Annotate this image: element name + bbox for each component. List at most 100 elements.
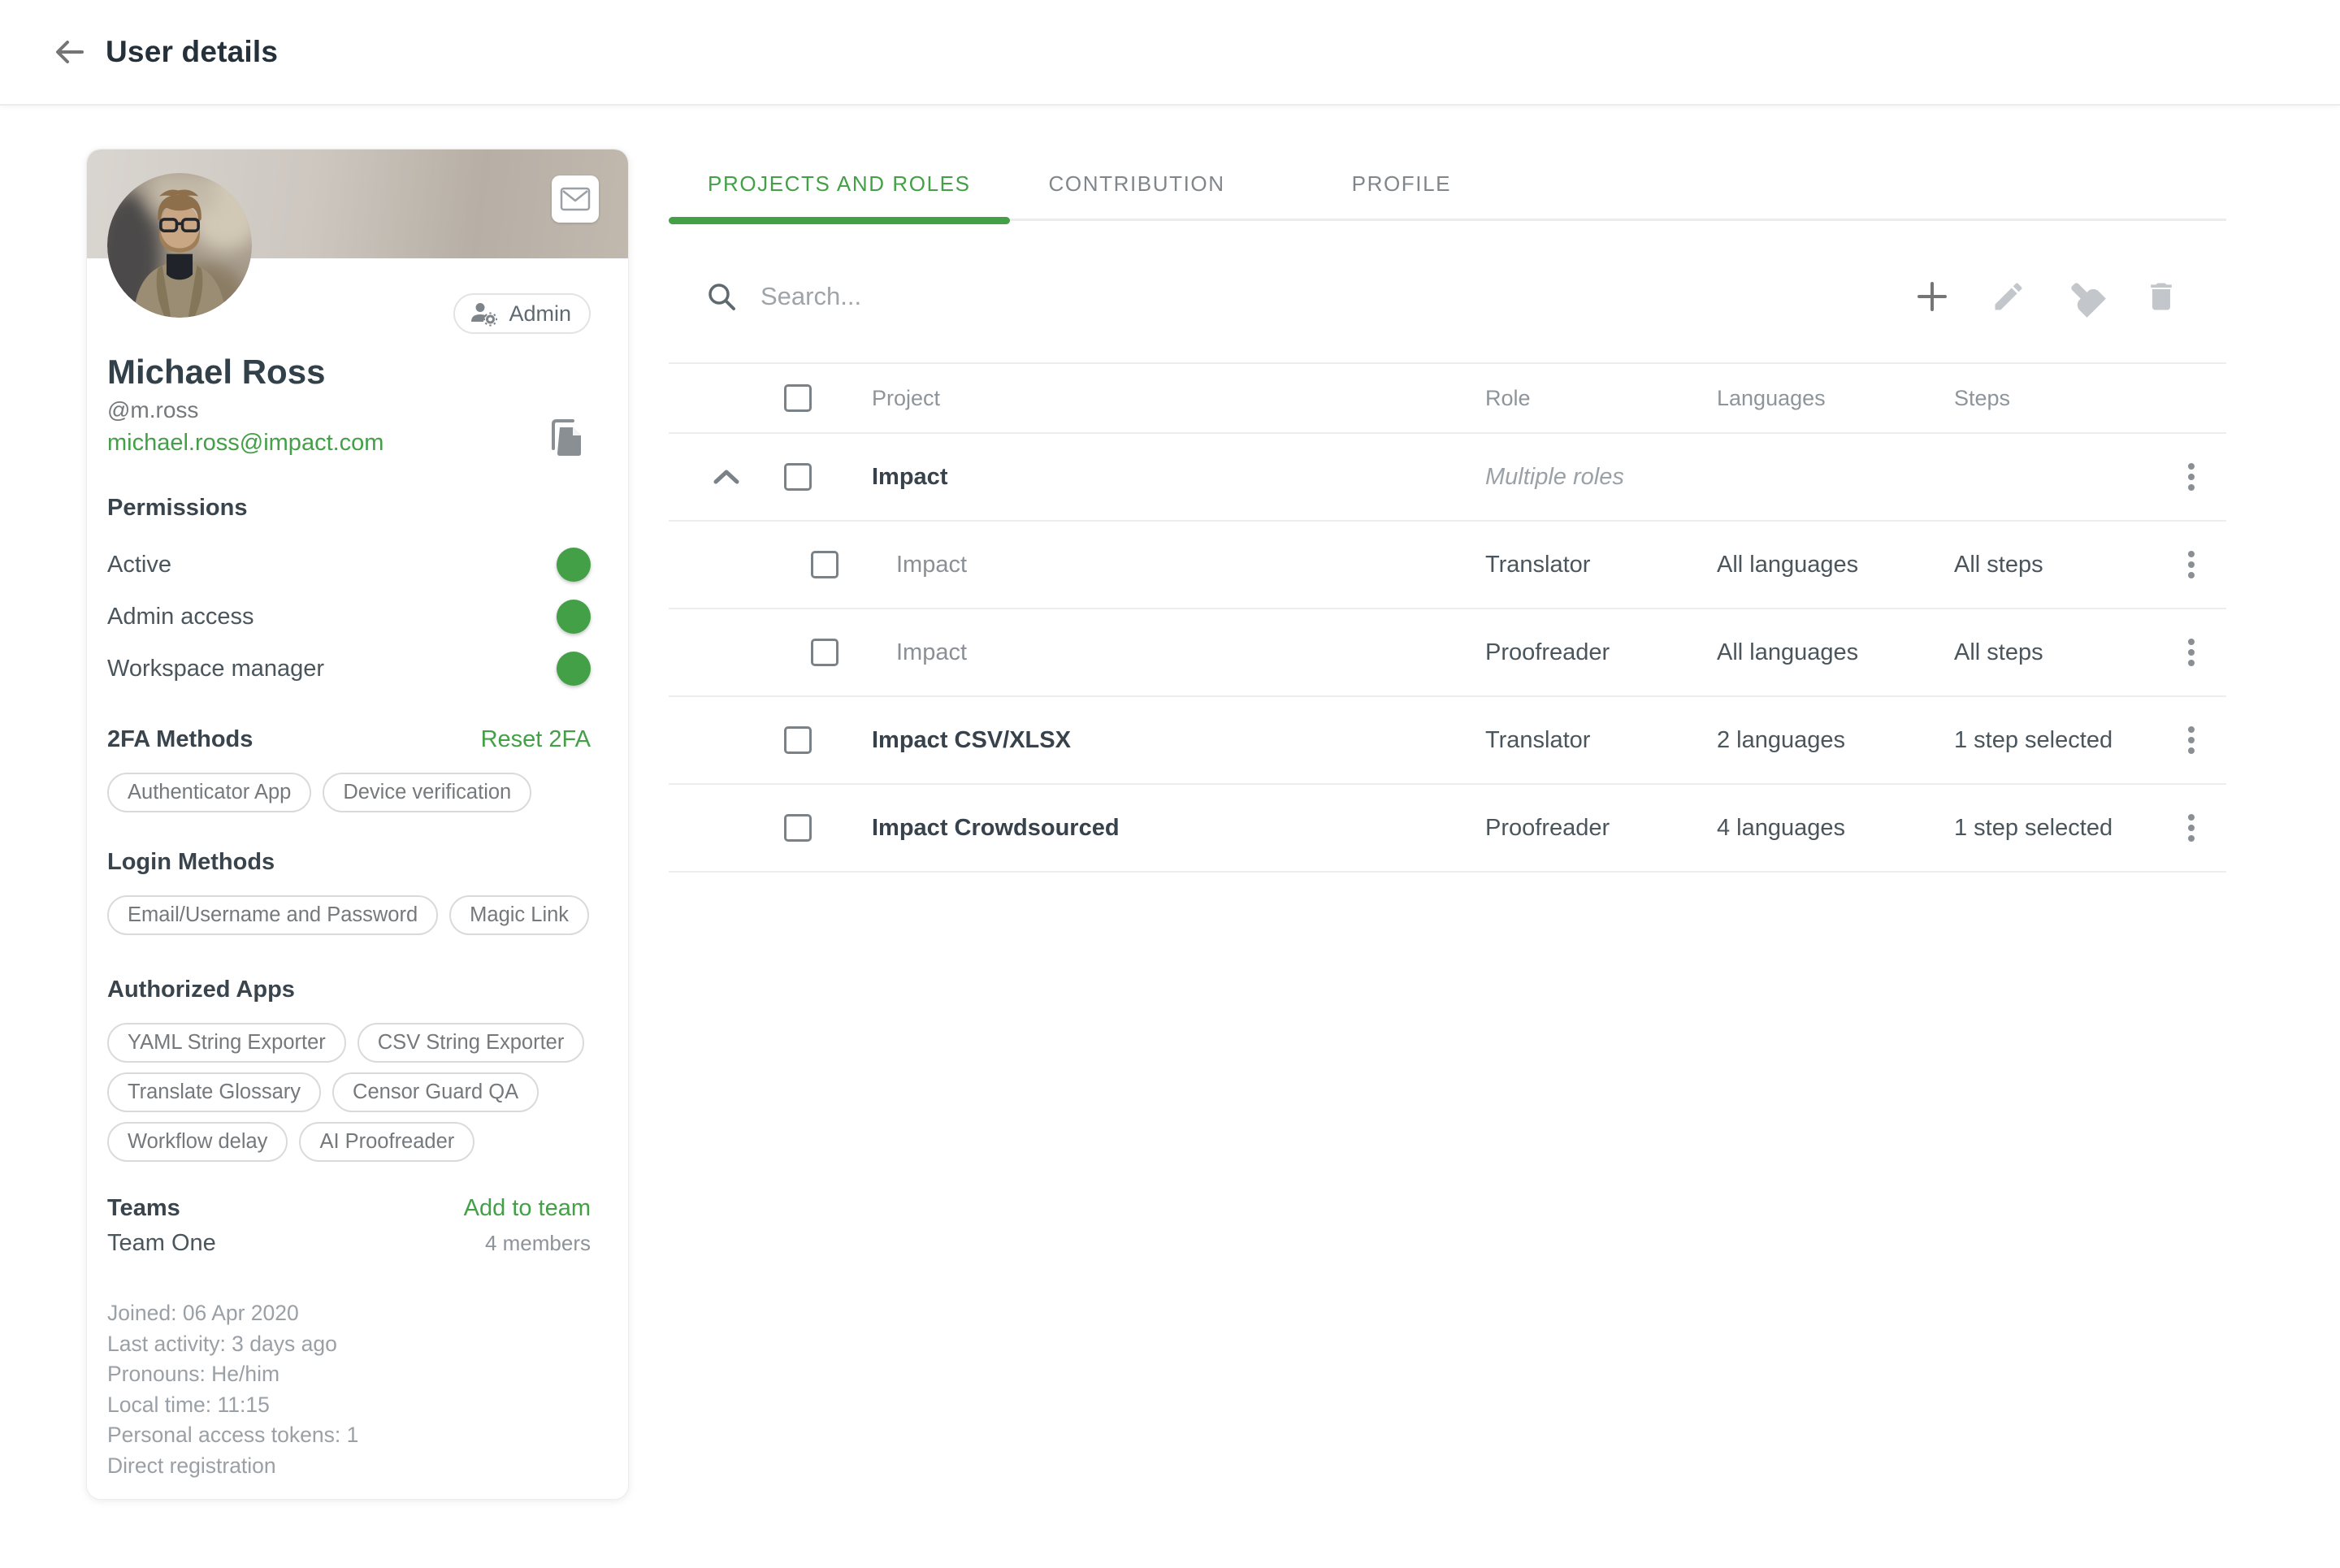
app-header: User details [0,0,2340,106]
tab[interactable]: PROJECTS AND ROLES [669,148,1010,220]
search-icon [705,280,738,313]
user-meta-line: Joined: 06 Apr 2020 [107,1298,591,1329]
copy-icon [548,418,585,458]
toolbar-actions [1914,279,2179,314]
tab[interactable]: CONTRIBUTION [1010,148,1264,220]
chevron-up-icon [713,468,740,486]
cell-project: Impact [854,639,1485,666]
table-row[interactable]: Impact Proofreader All languages All ste… [669,609,2226,697]
select-all-checkbox[interactable] [784,384,812,412]
user-meta-line: Pronouns: He/him [107,1359,591,1390]
teams-heading: Teams Add to team [107,1194,591,1222]
collapse-group-button[interactable] [708,459,744,495]
permission-label: Active [107,552,171,578]
tag-chip: Device verification [323,773,531,812]
add-to-team-link[interactable]: Add to team [464,1195,591,1222]
search-bar [705,280,1914,313]
edit-button[interactable] [1991,279,2026,314]
user-email-link[interactable]: michael.ross@impact.com [107,427,384,459]
permission-toggle-row: Admin access [107,591,591,643]
broom-icon [2060,271,2110,322]
table-row[interactable]: Impact Crowdsourced Proofreader 4 langua… [669,785,2226,873]
details-panel: PROJECTS AND ROLES CONTRIBUTION PROFILE [669,149,2226,873]
user-handle: @m.ross [107,396,608,425]
tab-bar: PROJECTS AND ROLES CONTRIBUTION PROFILE [669,149,2226,221]
permission-label: Admin access [107,604,254,630]
row-checkbox[interactable] [784,463,812,491]
cell-languages: All languages [1717,552,1954,578]
teams-title: Teams [107,1194,180,1222]
avatar [107,173,252,318]
row-checkbox[interactable] [811,551,838,578]
table-toolbar [669,221,2226,364]
tag-chip: YAML String Exporter [107,1023,346,1063]
delete-button[interactable] [2143,279,2179,314]
tag-chip: Workflow delay [107,1122,288,1162]
back-button[interactable] [47,29,93,75]
kebab-menu-button[interactable] [2173,543,2209,587]
toggle-switch[interactable] [540,656,586,682]
send-email-button[interactable] [552,175,599,223]
user-meta-line: Personal access tokens: 1 [107,1420,591,1451]
authorized-app-chips: YAML String ExporterCSV String ExporterT… [107,1023,591,1162]
login-method-chips: Email/Username and PasswordMagic Link [107,895,591,935]
manage-account-icon [470,301,499,327]
cell-languages: 4 languages [1717,815,1954,842]
column-languages: Languages [1717,386,1954,411]
login-methods-title: Login Methods [107,848,275,876]
cell-steps: All steps [1954,552,2156,578]
column-project: Project [854,386,1485,411]
cell-project: Impact Crowdsourced [854,815,1485,842]
cell-project: Impact [854,464,1485,491]
cell-role: Proofreader [1485,639,1717,666]
row-checkbox[interactable] [784,814,812,842]
tab-label: PROFILE [1352,171,1451,197]
user-card: Admin Michael Ross @m.ross michael.ross@… [86,149,629,1500]
permissions-list: Active Admin access Workspace manager [107,539,591,695]
permission-toggle-row: Workspace manager [107,643,591,695]
clear-translations-button[interactable] [2067,279,2103,314]
toggle-switch[interactable] [540,604,586,630]
twofa-chips: Authenticator App Device verification [107,773,591,812]
tag-chip: Magic Link [449,895,589,935]
envelope-icon [560,187,591,211]
search-input[interactable] [760,282,1492,311]
tag-chip: Translate Glossary [107,1072,321,1112]
twofa-title: 2FA Methods [107,726,253,753]
cell-steps: 1 step selected [1954,815,2156,842]
cell-project: Impact [854,552,1485,578]
row-checkbox[interactable] [811,639,838,666]
row-checkbox[interactable] [784,726,812,754]
trash-icon [2143,279,2179,314]
table-header: Project Role Languages Steps [669,364,2226,434]
team-name: Team One [107,1230,216,1257]
permission-label: Workspace manager [107,656,324,682]
permissions-heading: Permissions [107,494,591,522]
user-meta-line: Direct registration [107,1451,591,1482]
table-row[interactable]: Impact Multiple roles [669,434,2226,522]
column-role: Role [1485,386,1717,411]
cell-role: Multiple roles [1485,464,1717,491]
cell-steps: 1 step selected [1954,727,2156,754]
cell-project: Impact CSV/XLSX [854,727,1485,754]
kebab-menu-button[interactable] [2173,806,2209,850]
permission-toggle-row: Active [107,539,591,591]
kebab-menu-button[interactable] [2173,455,2209,499]
copy-email-button[interactable] [545,418,587,460]
kebab-menu-button[interactable] [2173,718,2209,762]
user-meta-line: Local time: 11:15 [107,1390,591,1421]
authorized-apps-heading: Authorized Apps [107,976,591,1003]
tab[interactable]: PROFILE [1313,148,1490,220]
toggle-switch[interactable] [540,552,586,578]
arrow-left-icon [54,36,86,68]
kebab-menu-button[interactable] [2173,630,2209,674]
teams-list: Team One 4 members [87,1227,628,1259]
team-members-count: 4 members [485,1231,591,1256]
table-row[interactable]: Impact CSV/XLSX Translator 2 languages 1… [669,697,2226,785]
twofa-heading: 2FA Methods Reset 2FA [107,726,591,753]
user-meta-line: Last activity: 3 days ago [107,1329,591,1360]
tag-chip: Authenticator App [107,773,311,812]
reset-2fa-link[interactable]: Reset 2FA [481,726,591,753]
add-button[interactable] [1914,279,1950,314]
table-row[interactable]: Impact Translator All languages All step… [669,522,2226,609]
